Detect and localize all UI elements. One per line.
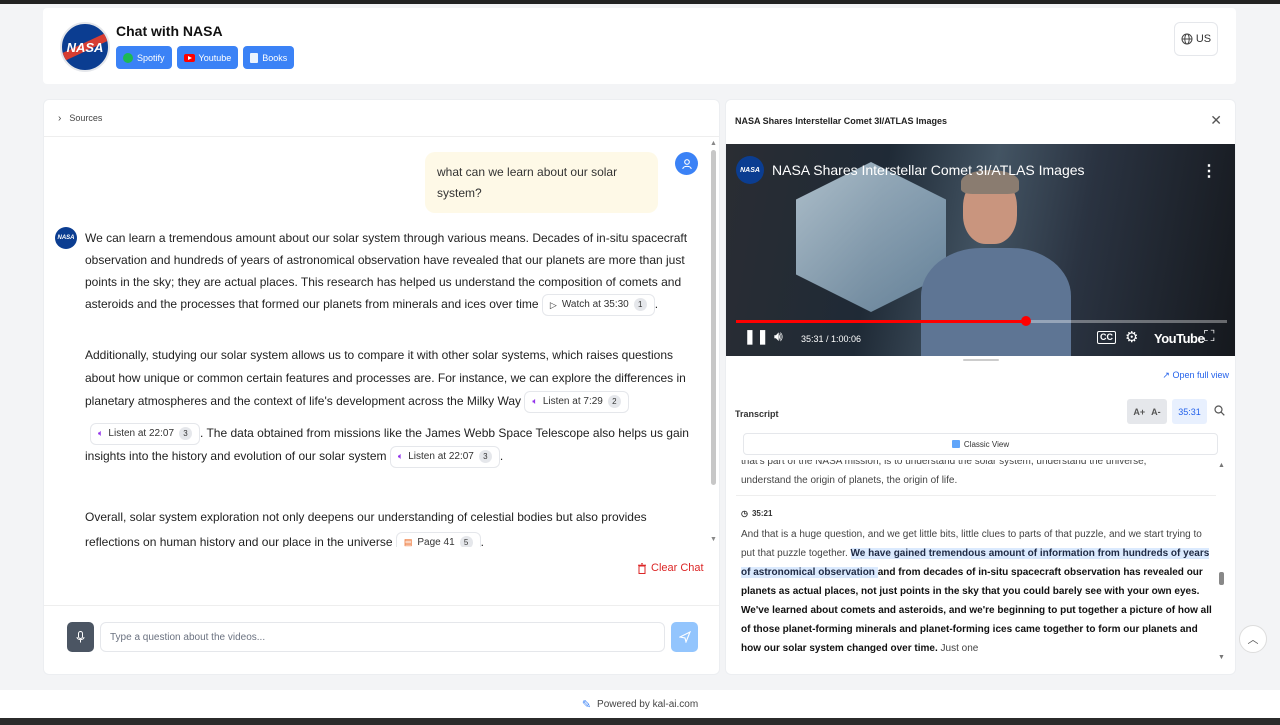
transcript-segment-previous[interactable]: that's part of the NASA mission, is to u… <box>736 460 1216 496</box>
search-icon[interactable] <box>1214 405 1225 419</box>
top-border <box>0 0 1280 4</box>
globe-icon <box>1181 33 1193 45</box>
question-input[interactable] <box>100 622 665 652</box>
citation-chip[interactable]: 🔈︎ Listen at 22:07 3 <box>389 445 500 468</box>
font-decrease-button[interactable]: A- <box>1151 407 1161 417</box>
current-time-badge[interactable]: 35:31 <box>1172 399 1207 424</box>
pause-icon[interactable]: ❚❚ <box>744 328 769 345</box>
scroll-up-icon[interactable]: ▲ <box>1218 462 1225 469</box>
speaker-icon: 🔈︎ <box>98 428 104 439</box>
pen-icon: ✎ <box>581 698 592 711</box>
segment-timestamp[interactable]: ◷ 35:21 <box>741 509 772 518</box>
transcript-heading: Transcript <box>735 409 779 419</box>
book-icon <box>250 52 259 63</box>
external-link-icon: ↗ <box>1162 370 1170 380</box>
scroll-to-top-button[interactable]: ︿ <box>1239 625 1267 653</box>
send-icon <box>678 631 691 643</box>
video-panel-title: NASA Shares Interstellar Comet 3I/ATLAS … <box>735 116 948 126</box>
microphone-button[interactable] <box>67 622 94 652</box>
classic-view-button[interactable]: Classic View <box>743 433 1218 455</box>
bot-paragraph-3: Overall, solar system exploration not on… <box>85 505 695 547</box>
video-player[interactable]: NASA NASA Shares Interstellar Comet 3I/A… <box>726 144 1235 356</box>
video-progress-bar[interactable] <box>736 316 1227 326</box>
youtube-icon <box>183 53 195 62</box>
bottom-border <box>0 718 1280 725</box>
bot-avatar: NASA <box>55 227 77 249</box>
spotify-icon <box>123 52 133 63</box>
scroll-up-icon[interactable]: ▲ <box>710 140 717 147</box>
chat-scrollbar[interactable]: ▲ ▼ <box>710 140 717 545</box>
font-increase-button[interactable]: A+ <box>1133 407 1145 417</box>
sources-toggle[interactable]: › Sources <box>44 100 719 137</box>
speaker-icon: 🔈︎ <box>532 396 538 407</box>
grid-icon <box>951 440 960 448</box>
captions-icon[interactable]: CC <box>1097 331 1116 344</box>
video-panel: NASA Shares Interstellar Comet 3I/ATLAS … <box>725 99 1236 675</box>
chevron-right-icon: › <box>58 112 62 124</box>
youtube-brand[interactable]: YouTube <box>1154 331 1205 346</box>
microphone-icon <box>76 631 85 643</box>
footer: ✎ Powered by kal-ai.com <box>0 690 1280 718</box>
chat-input-row <box>44 605 719 675</box>
play-icon: ▷ <box>549 299 557 310</box>
send-button[interactable] <box>671 622 698 652</box>
bot-paragraph-1: We can learn a tremendous amount about o… <box>85 227 695 316</box>
media-links: Spotify Youtube Books <box>116 46 295 69</box>
time-display: 35:31 / 1:00:06 <box>801 334 862 344</box>
scroll-down-icon[interactable]: ▼ <box>1218 654 1225 661</box>
user-message: what can we learn about our solar system… <box>425 152 658 213</box>
speaker-icon: 🔈︎ <box>397 451 404 462</box>
player-controls: ❚❚ 🔊︎ 35:31 / 1:00:06 CC ⚙ YouTube ⛶ <box>726 328 1235 352</box>
bot-paragraph-2: Additionally, studying our solar system … <box>85 344 695 468</box>
scroll-thumb[interactable] <box>711 150 716 485</box>
locale-selector[interactable]: US <box>1174 22 1218 56</box>
progress-fill <box>736 320 1026 323</box>
books-link-button[interactable]: Books <box>243 46 295 69</box>
app-title: Chat with NASA <box>116 23 223 39</box>
channel-logo[interactable]: NASA <box>736 156 764 184</box>
user-avatar-icon <box>675 152 698 175</box>
clear-chat-button[interactable]: Clear Chat <box>637 562 704 574</box>
trash-icon <box>638 562 646 574</box>
nasa-logo[interactable]: NASA <box>60 22 110 72</box>
document-icon: ▤ <box>403 537 413 547</box>
transcript-scrollbar[interactable]: ▲ ▼ <box>1218 462 1226 662</box>
locale-label: US <box>1195 33 1212 45</box>
font-size-controls: A+ A- <box>1127 399 1167 424</box>
player-title[interactable]: NASA Shares Interstellar Comet 3I/ATLAS … <box>772 162 1085 178</box>
transcript-segment-active[interactable]: And that is a huge question, and we get … <box>736 525 1216 665</box>
chat-panel: › Sources ▲ ▼ what can we learn about ou… <box>43 99 720 675</box>
spotify-link-button[interactable]: Spotify <box>116 46 172 69</box>
clock-icon: ◷ <box>741 509 748 518</box>
more-vertical-icon[interactable]: ⋮ <box>1201 161 1217 181</box>
chevron-up-icon: ︿ <box>1247 634 1259 646</box>
close-icon[interactable]: ✕ <box>1210 112 1222 129</box>
app-header: NASA Chat with NASA Spotify Youtube Book… <box>43 8 1236 84</box>
scroll-down-icon[interactable]: ▼ <box>710 536 717 543</box>
citation-chip[interactable]: 🔈︎ Listen at 7:29 2 <box>524 390 629 413</box>
progress-handle[interactable] <box>1020 316 1031 326</box>
resize-handle[interactable] <box>963 359 999 361</box>
citation-chip[interactable]: ▷ Watch at 35:30 1 <box>541 293 655 316</box>
open-full-view-link[interactable]: ↗ Open full view <box>1162 370 1229 381</box>
citation-chip[interactable]: ▤ Page 41 5 <box>395 531 481 547</box>
youtube-link-button[interactable]: Youtube <box>176 46 239 69</box>
citation-chip[interactable]: 🔈︎ Listen at 22:07 3 <box>90 422 201 445</box>
settings-gear-icon[interactable]: ⚙ <box>1125 328 1138 346</box>
fullscreen-icon[interactable]: ⛶ <box>1204 328 1215 345</box>
powered-by-text[interactable]: Powered by kal-ai.com <box>597 699 698 710</box>
scroll-thumb[interactable] <box>1219 572 1224 585</box>
volume-icon[interactable]: 🔊︎ <box>774 328 783 345</box>
